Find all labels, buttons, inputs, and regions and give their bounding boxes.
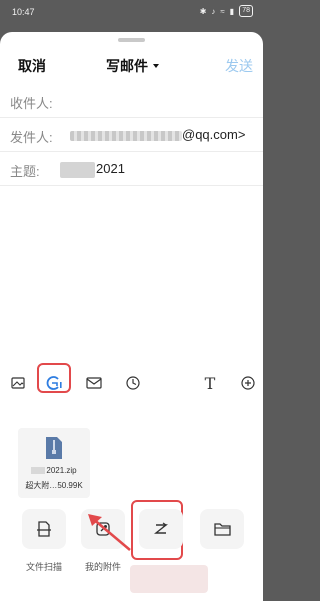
status-bar: 10:47 ✱ ♪ ≈ ▮ 78 xyxy=(0,0,263,24)
bluetooth-icon: ✱ xyxy=(199,6,207,16)
folder-button[interactable] xyxy=(200,509,244,549)
annotation-arrow-icon xyxy=(88,514,131,551)
redacted-email xyxy=(70,131,182,141)
mute-icon: ♪ xyxy=(211,6,216,16)
my-attachment-label: 我的附件 xyxy=(84,562,121,572)
from-label: 发件人: xyxy=(10,130,53,145)
redacted-label xyxy=(130,565,208,593)
from-value: @qq.com> xyxy=(182,127,246,142)
zip-file-icon xyxy=(46,437,62,459)
battery-icon: 78 xyxy=(239,5,253,17)
file-scan-icon xyxy=(37,521,51,537)
compose-toolbar: T xyxy=(0,363,264,401)
caret-down-icon xyxy=(153,64,159,68)
folder-icon xyxy=(213,523,231,536)
attachment-icon[interactable] xyxy=(38,367,70,399)
subject-value: 2021 xyxy=(96,161,125,176)
text-format-icon[interactable]: T xyxy=(194,367,226,399)
file-scan-button[interactable] xyxy=(22,509,66,549)
compose-sheet: 取消 写邮件 发送 收件人: 发件人: @qq.com> 主题: 2021 T … xyxy=(0,32,263,601)
signal-icon: ▮ xyxy=(229,6,235,16)
compose-header: 取消 写邮件 发送 xyxy=(0,50,263,80)
transfer-icon xyxy=(154,522,168,534)
subject-label: 主题: xyxy=(10,164,40,179)
image-icon[interactable] xyxy=(2,367,34,399)
attachment-size-value: 50.99K xyxy=(57,481,83,490)
redacted-subject xyxy=(60,162,95,178)
redacted-filename xyxy=(31,467,46,475)
drag-handle[interactable] xyxy=(118,38,145,42)
status-icons: ✱ ♪ ≈ ▮ 78 xyxy=(200,5,253,17)
status-time: 10:47 xyxy=(12,7,35,17)
clock-icon[interactable] xyxy=(117,367,149,399)
from-field[interactable]: 发件人: @qq.com> xyxy=(0,118,263,152)
transfer-button[interactable] xyxy=(139,509,183,549)
attachment-size: 超大附…50.99K xyxy=(18,480,90,491)
wifi-icon: ≈ xyxy=(220,6,225,16)
send-button[interactable]: 发送 xyxy=(225,56,253,76)
cancel-button[interactable]: 取消 xyxy=(18,56,46,76)
attachment-name: 2021.zip xyxy=(18,466,90,475)
attachment-card[interactable]: 2021.zip 超大附…50.99K xyxy=(18,428,90,498)
add-icon[interactable] xyxy=(232,367,264,399)
attachment-name-text: 2021.zip xyxy=(46,466,77,475)
compose-title-text: 写邮件 xyxy=(106,58,148,74)
to-label: 收件人: xyxy=(10,96,53,111)
subject-field[interactable]: 主题: 2021 xyxy=(0,152,263,186)
file-scan-label: 文件扫描 xyxy=(25,562,62,572)
to-field[interactable]: 收件人: xyxy=(0,84,263,118)
mail-icon[interactable] xyxy=(78,367,110,399)
attachment-size-prefix: 超大附… xyxy=(25,481,58,490)
compose-title[interactable]: 写邮件 xyxy=(106,56,159,76)
